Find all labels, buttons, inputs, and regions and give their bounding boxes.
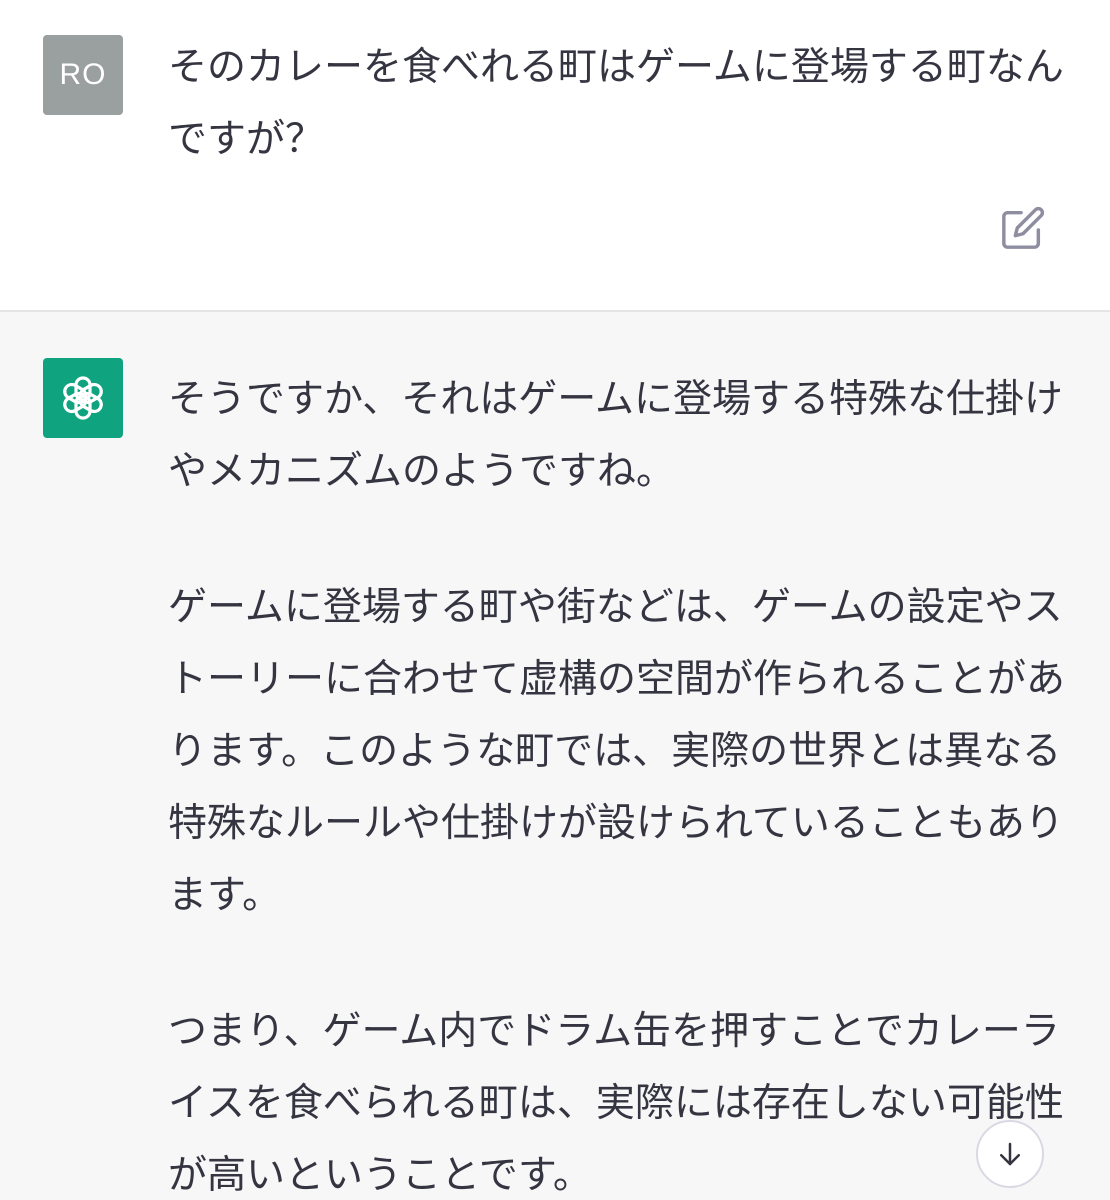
scroll-to-bottom-button[interactable] (976, 1120, 1044, 1188)
assistant-paragraph: ゲームに登場する町や街などは、ゲームの設定やストーリーに合わせて虚構の空間が作ら… (168, 585, 1066, 918)
assistant-message-block: そうですか、それはゲームに登場する特殊な仕掛けやメカニズムのようですね。 ゲーム… (0, 312, 1110, 1200)
openai-logo-icon (43, 358, 123, 438)
user-message-text: そのカレーを食べれる町はゲームに登場する町なんですが？ (168, 45, 1064, 162)
edit-icon[interactable] (1000, 205, 1046, 251)
chat-page: RO そのカレーを食べれる町はゲームに登場する町なんですが？ そうですか、それは… (0, 0, 1110, 1200)
user-message-block: RO そのカレーを食べれる町はゲームに登場する町なんですが？ (0, 0, 1110, 312)
assistant-paragraph: つまり、ゲーム内でドラム缶を押すことでカレーライスを食べられる町は、実際には存在… (168, 1009, 1064, 1198)
user-avatar: RO (43, 35, 123, 115)
user-avatar-initials: RO (59, 58, 107, 91)
arrow-down-icon (1000, 1142, 1020, 1166)
assistant-paragraph: そうですか、それはゲームに登場する特殊な仕掛けやメカニズムのようですね。 (168, 377, 1064, 494)
